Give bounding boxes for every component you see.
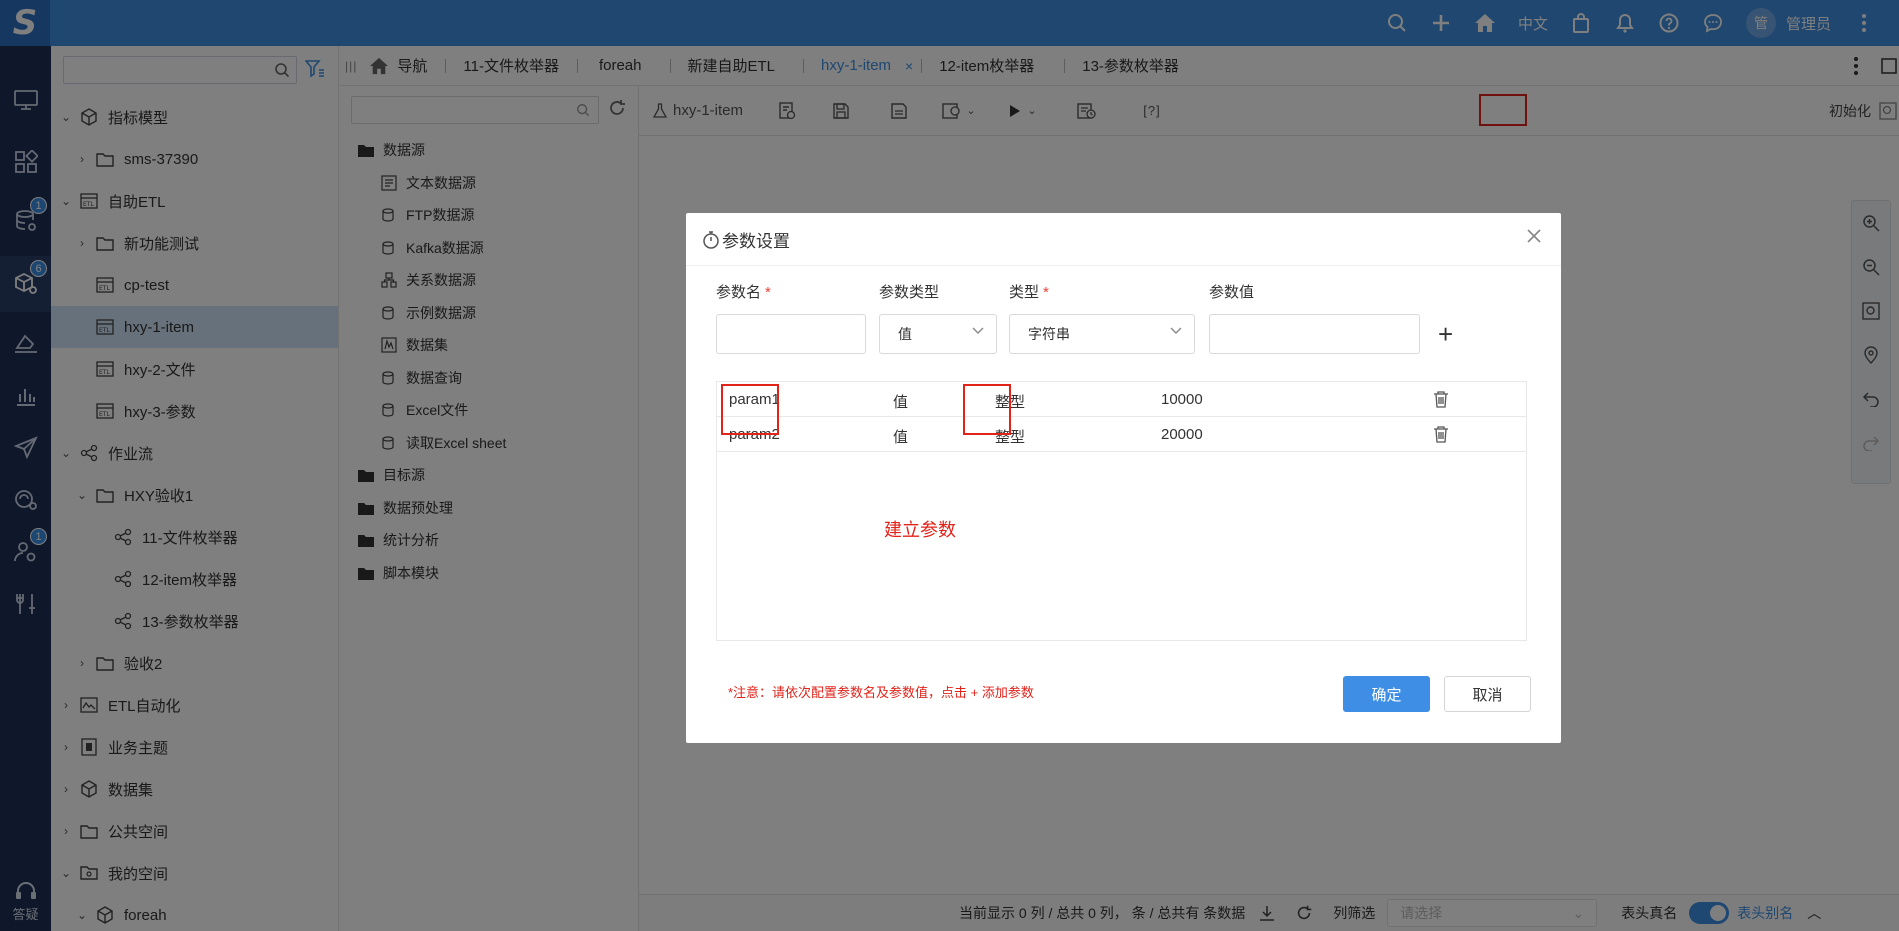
param-name-input[interactable] — [716, 314, 866, 354]
dialog-note: *注意：请依次配置参数名及参数值，点击 + 添加参数 — [728, 685, 1034, 700]
param-settings-dialog: 参数设置 参数名 * 参数类型 类型 * 参数值 值 字符串 + param1 值 … — [686, 213, 1561, 743]
dialog-divider — [686, 265, 1561, 266]
dialog-title: 参数设置 — [702, 227, 790, 252]
annotation-type-box — [963, 384, 1011, 435]
row-param-value: 20000 — [1161, 426, 1203, 443]
row-param-type: 值 — [893, 394, 909, 411]
cancel-button[interactable]: 取消 — [1444, 676, 1531, 712]
param-table: param1 值 整型 10000 param2 值 整型 20000 建立参数 — [716, 381, 1527, 641]
delete-icon[interactable] — [1433, 425, 1449, 443]
param-value-label: 参数值 — [1209, 284, 1255, 301]
param-name-label: 参数名 * — [716, 284, 771, 301]
table-row: param2 值 整型 20000 — [717, 417, 1526, 452]
table-row: param1 值 整型 10000 — [717, 382, 1526, 417]
param-type-label: 参数类型 — [879, 284, 940, 301]
chevron-down-icon — [972, 327, 984, 335]
stopwatch-icon — [702, 230, 720, 250]
delete-icon[interactable] — [1433, 390, 1449, 408]
annotation-name-box — [721, 384, 779, 435]
type-label: 类型 * — [1009, 284, 1049, 301]
type-select[interactable]: 字符串 — [1009, 314, 1195, 354]
add-param-button[interactable]: + — [1438, 321, 1453, 347]
confirm-button[interactable]: 确定 — [1343, 676, 1430, 712]
close-icon[interactable] — [1527, 229, 1541, 243]
param-type-select[interactable]: 值 — [879, 314, 997, 354]
annotation-create-params: 建立参数 — [884, 520, 956, 540]
chevron-down-icon — [1170, 327, 1182, 335]
row-param-type: 值 — [893, 429, 909, 446]
param-value-input[interactable] — [1209, 314, 1420, 354]
row-param-value: 10000 — [1161, 391, 1203, 408]
